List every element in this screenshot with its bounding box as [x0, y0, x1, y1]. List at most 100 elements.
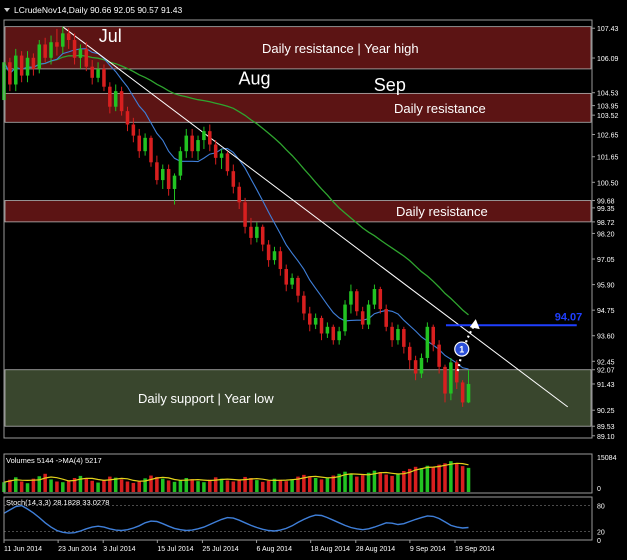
volume-bar — [196, 481, 200, 492]
chart-background — [0, 0, 627, 555]
y-tick-label: 99.35 — [597, 206, 615, 213]
stoch-tick-label: 20 — [597, 529, 605, 536]
candle-body — [25, 57, 30, 76]
y-tick-label: 98.20 — [597, 231, 615, 238]
candle-body — [255, 226, 259, 238]
volume-bar — [396, 473, 400, 492]
y-tick-label: 101.65 — [597, 155, 619, 162]
volume-bar — [78, 475, 83, 492]
volume-bar — [325, 477, 330, 492]
y-tick-label: 92.45 — [597, 359, 615, 366]
month-label-2: Sep — [374, 75, 406, 95]
candle-body — [190, 135, 194, 152]
y-tick-label: 99.68 — [597, 199, 615, 206]
volume-bar — [431, 467, 436, 492]
candle-body — [231, 171, 236, 187]
candle-body — [366, 304, 371, 325]
candle-body — [437, 344, 441, 367]
candle-body — [290, 277, 294, 285]
candle-body — [155, 162, 159, 181]
candle-body — [131, 124, 136, 136]
volume-bar — [208, 479, 212, 492]
x-tick-label: 11 Jun 2014 — [4, 546, 42, 553]
candle-body — [143, 137, 147, 152]
volume-bar — [225, 480, 230, 492]
candle-body — [84, 48, 89, 67]
candle-body — [90, 66, 94, 78]
volume-bar — [360, 475, 365, 492]
y-tick-label: 91.43 — [597, 382, 615, 389]
candle-body — [149, 137, 153, 163]
volume-bar — [237, 479, 241, 492]
chart-canvas: 94.07 1 Daily resistance | Year high Daily … — [0, 0, 627, 555]
volume-bar — [102, 479, 106, 492]
candle-body — [249, 226, 253, 238]
volume-bar — [149, 475, 153, 492]
volume-bar — [349, 474, 353, 492]
candle-body — [331, 326, 336, 341]
zone-support-3 — [4, 369, 592, 427]
candle-body — [337, 331, 341, 341]
zone-resistance-1 — [4, 92, 592, 123]
y-tick-label: 95.90 — [597, 283, 615, 290]
volume-bar — [249, 478, 253, 492]
volume-bar — [319, 479, 324, 492]
volume-bar — [19, 481, 24, 492]
candle-body — [43, 44, 47, 58]
volume-bar — [160, 478, 165, 492]
y-tick-label: 97.05 — [597, 257, 615, 264]
candle-body — [349, 291, 353, 305]
candle-body — [66, 33, 71, 41]
volume-bar — [172, 481, 177, 492]
candle-body — [202, 131, 206, 141]
candle-body — [431, 326, 436, 345]
volume-bar — [355, 476, 359, 492]
y-tick-label: 102.65 — [597, 133, 619, 140]
target-label: 94.07 — [555, 311, 583, 323]
candle-body — [119, 91, 124, 112]
volume-bar — [454, 464, 459, 492]
volume-bar — [266, 480, 271, 492]
symbol-header: LCrudeNov14,Daily 90.66 92.05 90.57 91.4… — [14, 5, 183, 15]
candle-body — [296, 277, 300, 296]
volume-bar — [155, 476, 159, 492]
volume-bar — [366, 472, 371, 492]
candle-body — [319, 317, 324, 334]
volume-header: Volumes 5144 ->MA(4) 5217 — [6, 456, 102, 465]
candle-body — [184, 135, 189, 152]
volume-bar — [25, 483, 30, 492]
candle-body — [37, 44, 42, 69]
x-tick-label: 25 Jul 2014 — [202, 546, 238, 553]
candle-body — [160, 168, 165, 181]
volume-bar — [425, 465, 430, 492]
volume-bar — [419, 468, 424, 492]
candle-body — [390, 326, 394, 341]
x-tick-label: 15 Jul 2014 — [157, 546, 193, 553]
candle-body — [219, 153, 224, 158]
marker-number: 1 — [459, 345, 464, 355]
candle-body — [225, 153, 230, 172]
stoch-header: Stoch(14,3,3) 28.1828 33.0278 — [6, 498, 109, 507]
candle-body — [260, 226, 265, 245]
volume-bar — [278, 479, 283, 492]
candle-body — [284, 269, 289, 285]
candle-body — [31, 57, 36, 69]
volume-bar — [384, 474, 388, 492]
candle-body — [460, 382, 465, 403]
candle-body — [443, 366, 447, 394]
x-tick-label: 3 Jul 2014 — [103, 546, 135, 553]
x-tick-label: 28 Aug 2014 — [356, 546, 395, 553]
stoch-tick-label: 80 — [597, 504, 605, 511]
volume-bar — [37, 476, 42, 492]
chart-window: 94.07 1 Daily resistance | Year high Daily … — [0, 0, 627, 555]
volume-bar — [66, 480, 71, 492]
volume-bar — [108, 476, 112, 492]
candle-body — [449, 362, 453, 394]
y-tick-label: 104.53 — [597, 91, 619, 98]
y-tick-label: 89.10 — [597, 434, 615, 441]
candle-body — [78, 48, 83, 58]
candle-body — [108, 86, 112, 107]
candle-body — [213, 144, 218, 158]
candle-body — [196, 140, 200, 152]
volume-tick-label: 0 — [597, 486, 601, 493]
